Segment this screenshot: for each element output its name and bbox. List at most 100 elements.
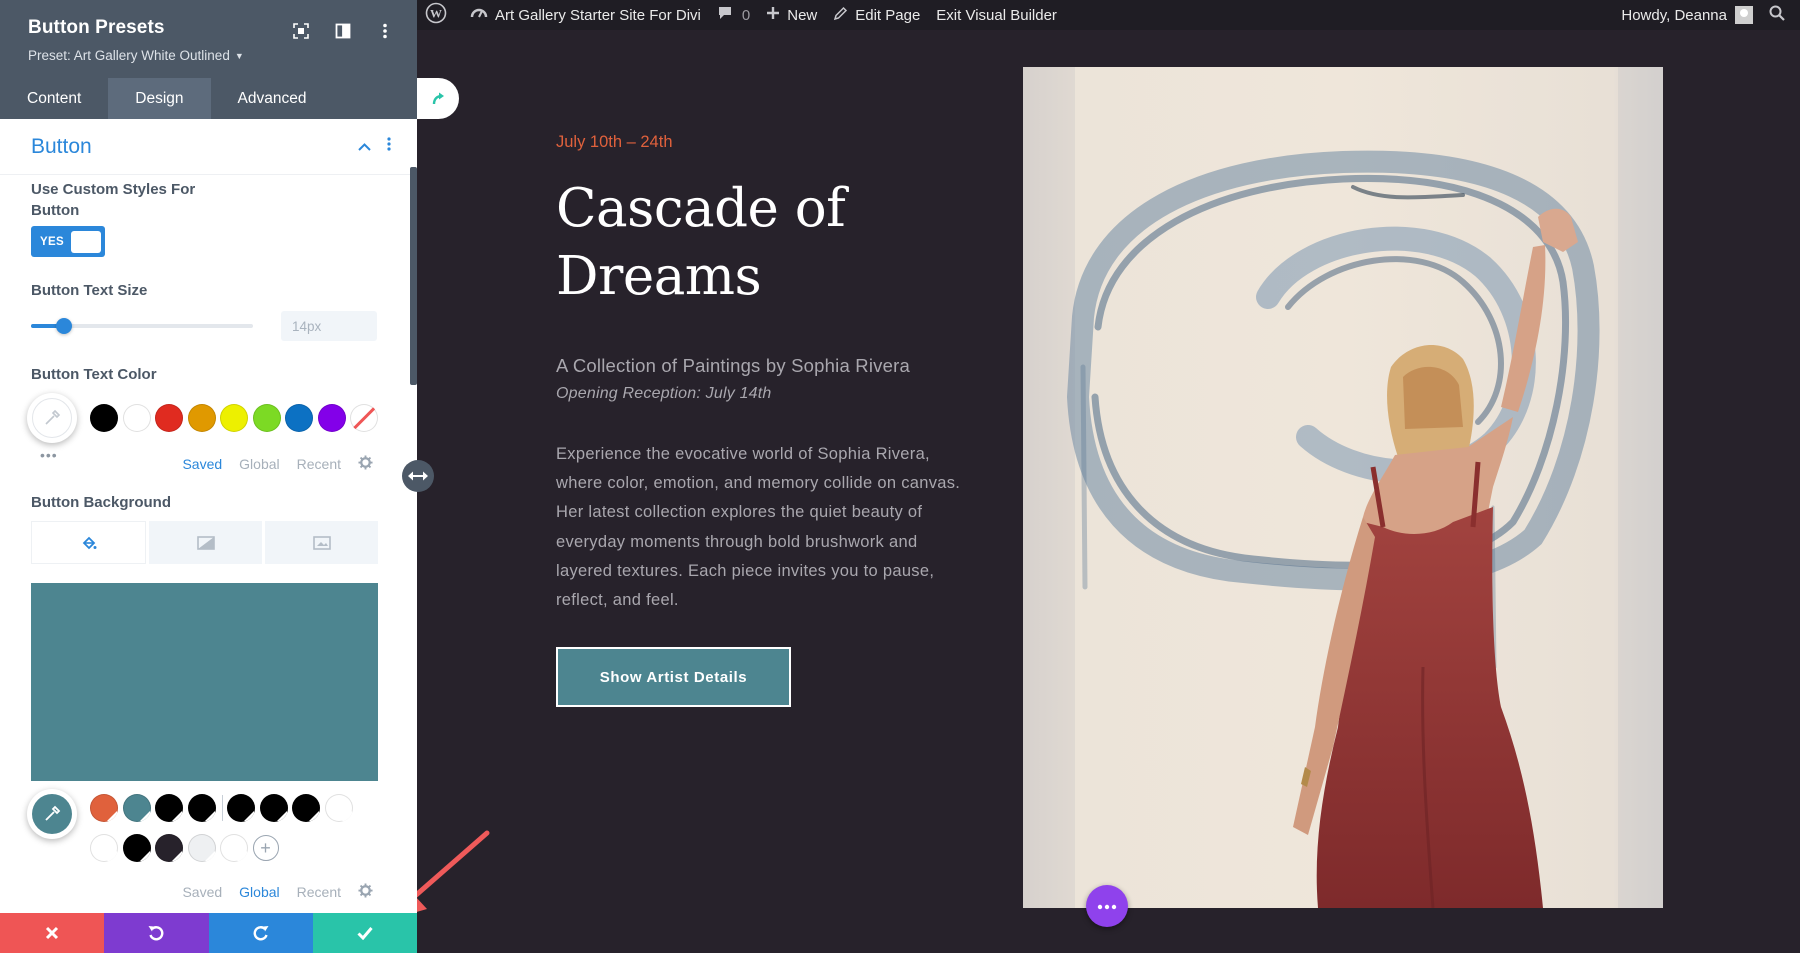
background-color-tab[interactable] [31,521,146,564]
background-color-picker[interactable] [27,789,77,839]
dashboard-icon [470,5,495,25]
color-swatch[interactable] [285,404,313,432]
hero-subtitle: A Collection of Paintings by Sophia Rive… [556,355,910,376]
color-swatch[interactable] [227,794,255,822]
swatch-separator [222,795,223,821]
background-image-tab[interactable] [265,521,378,564]
row-settings-button[interactable] [1086,885,1128,927]
section-title: Button [31,134,92,158]
split-view-button[interactable] [331,19,355,43]
site-name-link[interactable]: Art Gallery Starter Site For Divi [462,0,709,30]
color-swatch[interactable] [220,834,248,862]
recent-colors-tab[interactable]: Recent [297,884,341,900]
add-color-button[interactable]: + [252,835,279,861]
text-color-picker[interactable] [27,393,77,443]
slider-handle[interactable] [56,318,73,334]
tab-design[interactable]: Design [108,78,211,119]
background-swatches-row-1 [90,789,357,827]
color-swatch[interactable] [292,794,320,822]
background-color-preview[interactable] [31,583,378,781]
gear-icon[interactable] [358,883,373,901]
color-swatch[interactable] [90,794,118,822]
caret-down-icon: ▼ [234,50,244,61]
global-colors-tab[interactable]: Global [239,456,279,472]
color-swatch[interactable] [259,794,288,822]
text-size-input[interactable]: 14px [281,311,377,341]
undo-icon [148,926,164,941]
exit-builder-label: Exit Visual Builder [936,6,1057,24]
section-menu-icon[interactable] [387,137,391,156]
account-menu[interactable]: Howdy, Deanna [1613,0,1761,30]
color-swatch[interactable] [122,794,151,822]
eyedropper-icon [45,805,61,821]
gear-icon[interactable] [358,455,373,473]
color-swatch[interactable] [122,404,151,432]
color-swatch[interactable] [122,834,151,862]
custom-styles-toggle[interactable]: YES [31,226,105,257]
color-swatch[interactable] [90,404,118,432]
wordpress-logo-button[interactable]: W [417,0,462,30]
saved-colors-tab[interactable]: Saved [182,884,222,900]
tab-advanced[interactable]: Advanced [211,78,334,119]
color-swatch[interactable] [317,404,346,432]
color-swatch[interactable] [187,794,216,822]
collapse-chevron-icon[interactable] [358,138,371,156]
comment-icon [717,5,740,25]
sync-arrow-icon [432,92,444,104]
saved-colors-tab[interactable]: Saved [182,456,222,472]
fullscreen-icon [293,23,309,39]
color-swatch[interactable] [155,794,183,822]
global-colors-tab[interactable]: Global [239,884,279,900]
edit-page-link[interactable]: Edit Page [825,0,928,30]
color-swatch[interactable] [187,404,216,432]
discard-button[interactable] [0,913,105,953]
fullscreen-button[interactable] [289,19,313,43]
panel-body: Button Use Custom Styles For Button YES [0,119,417,913]
exit-visual-builder-link[interactable]: Exit Visual Builder [928,0,1065,30]
search-button[interactable] [1761,0,1800,30]
panel-toggle-button[interactable] [417,78,459,119]
background-color-footer: Saved Global Recent [0,883,417,901]
undo-button[interactable] [104,913,209,953]
panel-menu-button[interactable] [373,19,397,43]
new-label: New [787,6,818,24]
redo-icon [253,926,269,941]
color-swatch[interactable] [155,404,183,432]
recent-colors-tab[interactable]: Recent [297,456,341,472]
new-content-link[interactable]: New [758,0,825,30]
toggle-label: YES [40,235,64,248]
search-icon [1769,5,1792,25]
panel-action-bar [0,913,417,953]
hero-title: Cascade of Dreams [556,178,846,307]
panel-tabs: Content Design Advanced [0,78,417,119]
color-swatch[interactable] [187,834,216,862]
text-size-slider[interactable] [31,318,253,334]
pencil-icon [833,6,855,25]
hero-description: Experience the evocative world of Sophia… [556,445,961,610]
background-gradient-tab[interactable] [149,521,262,564]
opening-reception: Opening Reception: July 14th [556,385,772,402]
wordpress-icon: W [425,2,454,28]
panel-scrollbar[interactable] [410,167,417,385]
text-color-footer: Saved Global Recent [0,455,417,473]
image-icon [312,535,331,550]
color-swatch[interactable] [155,834,183,862]
panel-header: Button Presets Preset: Art Gallery White… [0,0,417,78]
no-color-swatch[interactable] [350,404,378,432]
save-button[interactable] [312,913,417,953]
color-swatch[interactable] [220,404,248,432]
site-name: Art Gallery Starter Site For Divi [495,6,701,24]
tab-content[interactable]: Content [0,78,108,119]
comments-link[interactable]: 0 [709,0,758,30]
custom-styles-label: Use Custom Styles For Button [31,181,196,219]
color-swatch[interactable] [90,834,118,862]
redo-button[interactable] [208,913,313,953]
color-swatch[interactable] [324,794,353,822]
button-section-header[interactable]: Button [0,119,417,175]
color-swatch[interactable] [252,404,281,432]
panel-resize-handle[interactable] [402,460,434,492]
preset-dropdown[interactable]: Preset: Art Gallery White Outlined ▼ [28,48,244,63]
eyedropper-icon [45,409,61,425]
exhibition-date: July 10th – 24th [556,133,673,151]
show-artist-details-button[interactable]: Show Artist Details [556,647,791,707]
